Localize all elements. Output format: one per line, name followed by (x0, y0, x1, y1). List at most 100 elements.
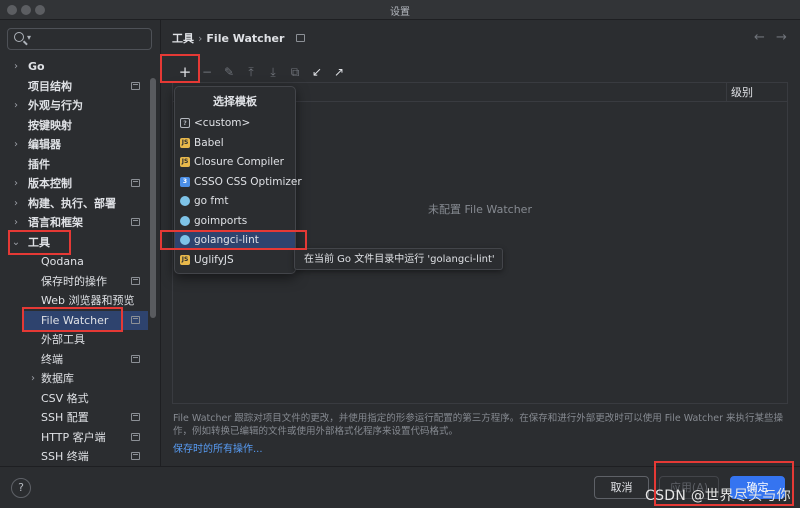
sidebar-item[interactable]: ⌄ 工具 (0, 233, 148, 252)
sidebar-item-label: 构建、执行、部署 (28, 196, 116, 210)
sidebar-item[interactable]: Web 浏览器和预览 (24, 291, 148, 310)
chevron-right-icon[interactable]: › (11, 96, 21, 115)
copy-icon[interactable]: ⧉ (286, 62, 304, 82)
sidebar-item[interactable]: › 编辑器 (0, 135, 148, 154)
sidebar-item[interactable]: SSH 配置 (24, 408, 148, 427)
sidebar-item[interactable]: CSV 格式 (24, 389, 148, 408)
sidebar-item-label: CSV 格式 (41, 391, 89, 405)
forward-arrow-icon[interactable]: → (776, 30, 787, 45)
sidebar-item-label: Web 浏览器和预览 (41, 294, 135, 307)
sidebar-item[interactable]: › 语言和框架 (0, 213, 148, 232)
sidebar-item-label: 外观与行为 (28, 99, 83, 112)
back-arrow-icon[interactable]: ← (754, 30, 765, 45)
cancel-button[interactable]: 取消 (594, 476, 649, 499)
sidebar-item-label: SSH 配置 (41, 411, 89, 424)
template-item-label: <custom> (194, 117, 251, 129)
sidebar-item[interactable]: File Watcher (24, 310, 148, 330)
template-item[interactable]: JS UglifyJS (175, 251, 295, 270)
export-icon[interactable]: ↗ (330, 62, 348, 82)
template-item-label: go fmt (194, 195, 229, 207)
project-scope-icon (131, 354, 140, 363)
sidebar-item[interactable]: 按键映射 (0, 116, 148, 135)
template-popup: 选择模板 ? <custom> JS Babel JS Closure Compiler 3… (174, 86, 302, 274)
remove-icon[interactable]: − (198, 62, 216, 82)
search-input[interactable]: ▾ (7, 28, 152, 50)
sidebar-item-label: 保存时的操作 (41, 274, 107, 288)
css-file-icon: 3 (180, 176, 190, 187)
project-scope-icon (131, 413, 140, 421)
sidebar-item-label: 编辑器 (28, 138, 61, 151)
popup-title: 选择模板 (213, 95, 257, 108)
sidebar-item[interactable]: 终端 (24, 350, 148, 369)
sidebar-item-label: 语言和框架 (28, 216, 83, 229)
project-scope-icon (131, 81, 140, 90)
project-scope-icon (131, 452, 140, 460)
sidebar-item[interactable]: 插件 (0, 155, 148, 174)
tooltip: 在当前 Go 文件目录中运行 'golangci-lint' (294, 248, 503, 270)
chevron-right-icon[interactable]: › (11, 213, 21, 232)
template-item[interactable]: JS Closure Compiler (175, 153, 295, 172)
sidebar-item[interactable]: › 版本控制 (0, 174, 148, 193)
template-item[interactable]: go fmt (175, 192, 295, 211)
project-scope-icon (296, 34, 306, 42)
sidebar-item-label: 外部工具 (41, 333, 85, 346)
sidebar-item[interactable]: › Go (0, 57, 148, 76)
move-up-icon[interactable]: ⤒ (242, 62, 260, 82)
sidebar-item-label: Go (28, 60, 45, 73)
description-text: File Watcher 跟踪对项目文件的更改，并使用指定的形参运行配置的第三方… (173, 413, 784, 437)
sidebar-scrollbar[interactable] (150, 78, 156, 318)
sidebar-item[interactable]: SSH 终端 (24, 447, 148, 466)
column-header-level[interactable]: 级别 (726, 83, 787, 102)
add-icon[interactable]: + (176, 62, 194, 82)
sidebar-item-label: 数据库 (41, 372, 74, 385)
template-item[interactable]: golangci-lint (175, 231, 295, 250)
settings-sidebar: ▾ › Go 项目结构 › 外观与行为 按键映射 › 编辑器 插件 › 版本控制 › 构建、执行、部署 ›… (0, 20, 160, 466)
sidebar-item[interactable]: 项目结构 (0, 77, 148, 96)
template-item-label: UglifyJS (194, 253, 234, 266)
sidebar-item[interactable]: HTTP 客户端 (24, 428, 148, 447)
project-scope-icon (131, 432, 140, 441)
sidebar-item[interactable]: › 外观与行为 (0, 96, 148, 115)
import-icon[interactable]: ↙ (308, 62, 326, 82)
template-item[interactable]: 3 CSSO CSS Optimizer (175, 173, 302, 192)
sidebar-item-label: Qodana (41, 255, 84, 268)
js-file-icon: JS (180, 137, 190, 148)
chevron-right-icon[interactable]: › (11, 135, 21, 154)
sidebar-item-label: 工具 (28, 235, 50, 249)
sidebar-item[interactable]: › 数据库 (24, 369, 148, 388)
chevron-right-icon[interactable]: › (11, 194, 21, 213)
splitter[interactable] (160, 20, 161, 466)
project-scope-icon (131, 315, 140, 324)
watcher-toolbar: + − ✎ ⤒ ⤓ ⧉ ↙ ↗ (172, 62, 788, 82)
sidebar-item[interactable]: 外部工具 (24, 330, 148, 349)
watermark: CSDN @世界尽头与你 (645, 488, 791, 504)
breadcrumb-current: File Watcher (206, 32, 285, 45)
sidebar-item-label: 版本控制 (28, 177, 72, 190)
chevron-down-icon[interactable]: ⌄ (11, 233, 21, 252)
sidebar-item-label: 插件 (28, 157, 50, 171)
template-item[interactable]: ? <custom> (175, 114, 295, 133)
sidebar-item[interactable]: › 构建、执行、部署 (0, 194, 148, 213)
search-options-icon[interactable]: ▾ (27, 33, 31, 42)
template-item[interactable]: JS Babel (175, 134, 295, 153)
chevron-right-icon[interactable]: › (11, 57, 21, 76)
save-actions-link[interactable]: 保存时的所有操作... (173, 440, 263, 455)
sidebar-item[interactable]: 保存时的操作 (24, 272, 148, 291)
template-item-label: goimports (194, 214, 248, 227)
footer-divider (0, 466, 800, 467)
sidebar-item-label: 按键映射 (28, 118, 72, 132)
edit-icon[interactable]: ✎ (220, 62, 238, 82)
help-button[interactable]: ? (11, 478, 31, 498)
move-down-icon[interactable]: ⤓ (264, 62, 282, 82)
template-item-label: CSSO CSS Optimizer (194, 175, 302, 188)
chevron-right-icon[interactable]: › (11, 174, 21, 193)
template-item[interactable]: goimports (175, 212, 295, 231)
search-icon (14, 32, 24, 42)
gopher-icon (180, 215, 190, 226)
gopher-icon (180, 196, 190, 206)
title-bar: 设置 (0, 0, 800, 20)
sidebar-item-label: HTTP 客户端 (41, 430, 106, 444)
chevron-right-icon[interactable]: › (28, 369, 38, 388)
sidebar-item[interactable]: Qodana (24, 252, 148, 271)
breadcrumb-parent[interactable]: 工具 (172, 32, 194, 45)
